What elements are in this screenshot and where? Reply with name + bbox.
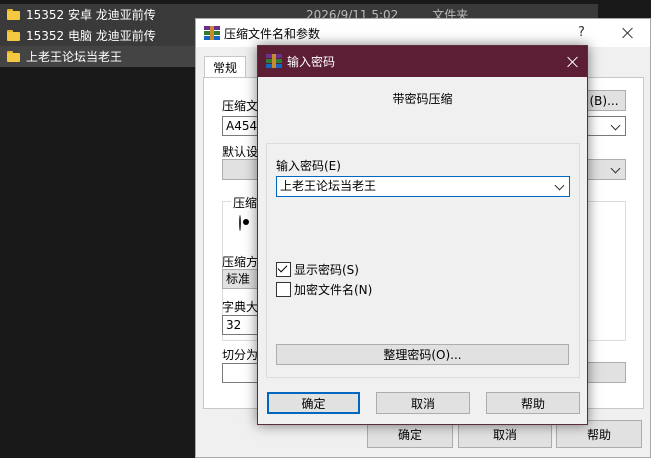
password-input[interactable]: 上老王论坛当老王 bbox=[276, 176, 570, 197]
dialog-heading: 带密码压缩 bbox=[392, 92, 453, 106]
checkbox-unchecked[interactable] bbox=[276, 282, 291, 297]
password-window-title: 输入密码 bbox=[287, 55, 336, 69]
folder-icon bbox=[7, 9, 20, 20]
ok-button[interactable]: 确定 bbox=[267, 392, 360, 414]
file-name: 15352 安卓 龙迪亚前传 bbox=[26, 8, 156, 22]
show-password-checkbox[interactable]: 显示密码(S) bbox=[276, 261, 359, 278]
browse-button[interactable]: (B)... bbox=[582, 90, 626, 111]
default-profile-label: 默认设 bbox=[222, 145, 259, 159]
close-icon[interactable] bbox=[622, 27, 634, 39]
help-button[interactable]: 帮助 bbox=[486, 392, 580, 414]
method-label: 压缩方 bbox=[222, 255, 259, 269]
password-title-bar: 输入密码 bbox=[258, 46, 587, 77]
encrypt-names-checkbox[interactable]: 加密文件名(N) bbox=[276, 281, 372, 298]
password-group: 输入密码(E) 上老王论坛当老王 显示密码(S) 加密文件名(N) 整理密码(O… bbox=[266, 143, 580, 378]
title-bar: 压缩文件名和参数 ? bbox=[196, 19, 650, 47]
organize-passwords-button[interactable]: 整理密码(O)... bbox=[276, 344, 569, 365]
help-button[interactable]: ? bbox=[578, 25, 585, 40]
close-icon[interactable] bbox=[567, 56, 579, 68]
checkbox-checked[interactable] bbox=[276, 262, 291, 277]
folder-icon bbox=[7, 51, 20, 62]
dictionary-label: 字典大 bbox=[222, 300, 259, 314]
file-name: 15352 电脑 龙迪亚前传 bbox=[26, 29, 156, 43]
split-input[interactable] bbox=[222, 363, 262, 383]
window-title: 压缩文件名和参数 bbox=[224, 26, 321, 41]
tab-general[interactable]: 常规 bbox=[204, 56, 247, 78]
archive-format-label: 压缩 bbox=[231, 194, 260, 211]
winrar-icon bbox=[204, 26, 220, 40]
cancel-button[interactable]: 取消 bbox=[376, 392, 470, 414]
format-radio[interactable] bbox=[239, 215, 241, 231]
password-dialog: 输入密码 带密码压缩 输入密码(E) 上老王论坛当老王 显示密码(S) 加密文件… bbox=[257, 45, 588, 425]
password-label: 输入密码(E) bbox=[276, 159, 341, 173]
folder-icon bbox=[7, 30, 20, 41]
dictionary-select[interactable]: 32 bbox=[222, 315, 262, 335]
chevron-down-icon[interactable] bbox=[554, 180, 565, 191]
method-select[interactable]: 标准 bbox=[222, 269, 262, 289]
winrar-icon bbox=[266, 54, 282, 68]
file-name: 上老王论坛当老王 bbox=[26, 50, 123, 64]
archive-name-label: 压缩文 bbox=[222, 99, 259, 113]
split-label: 切分为 bbox=[222, 348, 259, 362]
